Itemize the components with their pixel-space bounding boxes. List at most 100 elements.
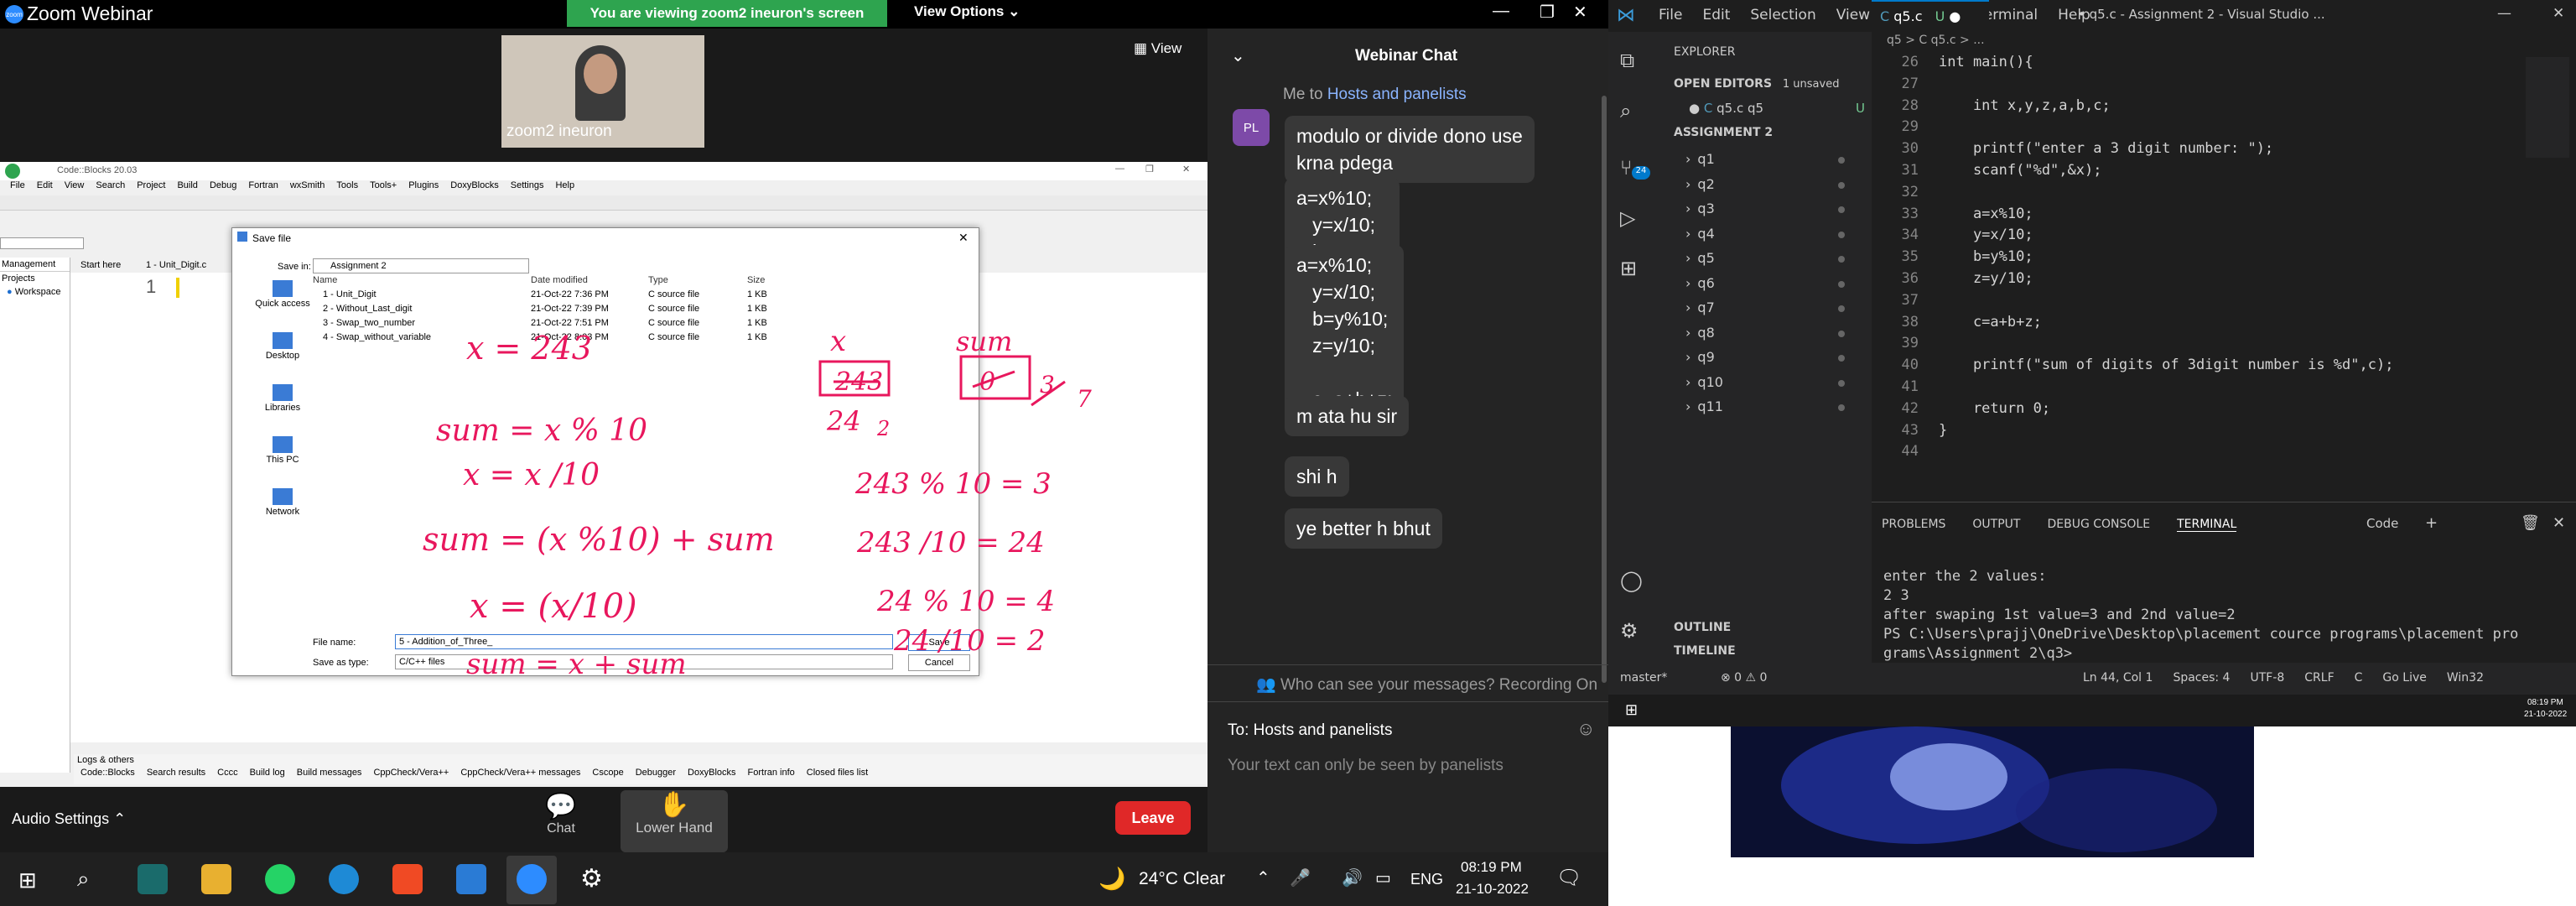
cb-menu-item[interactable]: Edit xyxy=(37,180,53,195)
start-icon[interactable]: ⊞ xyxy=(18,867,37,893)
vs-menu-item[interactable]: Edit xyxy=(1702,7,1730,23)
status-item[interactable]: UTF-8 xyxy=(2250,671,2284,685)
folder-item[interactable]: › q9 xyxy=(1685,349,1853,374)
breadcrumb[interactable]: q5 > C q5.c > ... xyxy=(1887,34,1985,47)
close-icon[interactable]: ✕ xyxy=(1573,2,1587,23)
cb-menu-item[interactable]: View xyxy=(65,180,85,195)
folder-item[interactable]: › q4 xyxy=(1685,226,1853,251)
log-tab[interactable]: Fortran info xyxy=(748,768,795,778)
panel-tab[interactable]: DEBUG CONSOLE xyxy=(2047,518,2150,532)
open-editors-header[interactable]: OPEN EDITORS 1 unsaved xyxy=(1674,77,1839,91)
vs-menu-item[interactable]: File xyxy=(1659,7,1682,23)
tab-unit-digit[interactable]: 1 - Unit_Digit.c xyxy=(146,260,206,270)
panel-tab[interactable]: OUTPUT xyxy=(1972,518,2020,532)
cb-menu-item[interactable]: Build xyxy=(177,180,197,195)
place-3[interactable]: This PC xyxy=(241,436,325,483)
cb-menu-item[interactable]: Settings xyxy=(511,180,544,195)
file-row[interactable]: 1 - Unit_Digit 21-Oct-22 7:36 PM C source … xyxy=(313,289,900,304)
log-tab[interactable]: CppCheck/Vera++ messages xyxy=(460,768,580,778)
vscode-taskbar-icon[interactable] xyxy=(456,864,486,894)
notification-icon[interactable]: 🗨 xyxy=(1556,866,1581,890)
settings-gear-icon[interactable]: ⚙ xyxy=(1620,619,1639,643)
unsaved-dot-icon[interactable]: ● xyxy=(1949,8,1961,24)
folder-item[interactable]: › q2 xyxy=(1685,176,1853,201)
folder-item[interactable]: › q3 xyxy=(1685,200,1853,226)
collapse-chevron-icon[interactable]: ⌄ xyxy=(1231,45,1245,66)
search-icon[interactable]: ⌕ xyxy=(1620,99,1631,122)
cb-menu-item[interactable]: Project xyxy=(137,180,165,195)
place-2[interactable]: Libraries xyxy=(241,384,325,431)
volume-icon[interactable]: 🔊 xyxy=(1342,867,1363,888)
vs-menu-item[interactable]: Selection xyxy=(1750,7,1815,23)
edge-icon[interactable] xyxy=(329,864,359,894)
save-button[interactable]: Save xyxy=(908,634,970,651)
dialog-close-icon[interactable]: ✕ xyxy=(958,231,969,245)
zoom-taskbar-icon[interactable] xyxy=(517,864,547,894)
file-name-input[interactable]: 5 - Addition_of_Three_ xyxy=(395,634,893,649)
clock-time[interactable]: 08:19 PM xyxy=(1461,859,1522,876)
emoji-icon[interactable]: ☺ xyxy=(1576,718,1595,740)
log-tab[interactable]: Cscope xyxy=(592,768,623,778)
panel-tab[interactable]: TERMINAL xyxy=(2177,518,2237,532)
place-1[interactable]: Desktop xyxy=(241,332,325,379)
status-item[interactable]: CRLF xyxy=(2304,671,2334,685)
leave-button[interactable]: Leave xyxy=(1115,801,1191,835)
cb-menu-item[interactable]: wxSmith xyxy=(290,180,325,195)
whatsapp-icon[interactable] xyxy=(265,864,295,894)
mic-icon[interactable]: 🎤 xyxy=(1290,867,1311,888)
trash-icon[interactable]: 🗑 xyxy=(2521,514,2540,532)
column-header[interactable]: Type xyxy=(648,275,747,289)
run-debug-icon[interactable]: ▷ xyxy=(1620,206,1635,230)
explorer-icon[interactable]: ⧉ xyxy=(1620,49,1634,72)
log-tab[interactable]: CppCheck/Vera++ xyxy=(373,768,449,778)
cb-menu-item[interactable]: DoxyBlocks xyxy=(450,180,498,195)
log-tab[interactable]: Code::Blocks xyxy=(80,768,135,778)
editor-tab[interactable]: C q5.c U ● xyxy=(1872,0,1989,32)
outline-header[interactable]: OUTLINE xyxy=(1674,621,1731,634)
log-tab[interactable]: Build messages xyxy=(297,768,362,778)
file-row[interactable]: 4 - Swap_without_variable 21-Oct-22 8:03 … xyxy=(313,332,900,346)
status-item[interactable]: Go Live xyxy=(2382,671,2426,685)
log-tab[interactable]: Closed files list xyxy=(807,768,868,778)
cb-menu-item[interactable]: Tools+ xyxy=(370,180,397,195)
save-type-select[interactable]: C/C++ files xyxy=(395,654,893,669)
app-icon-1[interactable] xyxy=(138,864,168,894)
view-button[interactable]: ▦ View xyxy=(1134,40,1182,57)
column-header[interactable]: Name xyxy=(313,275,531,289)
cb-close-icon[interactable]: ✕ xyxy=(1182,164,1190,174)
cb-restore-icon[interactable]: ❐ xyxy=(1145,164,1154,174)
terminal-output[interactable]: enter the 2 values: 2 3 after swaping 1s… xyxy=(1883,567,2518,664)
cb-menu-item[interactable]: Search xyxy=(96,180,125,195)
log-tab[interactable]: Build log xyxy=(250,768,285,778)
status-item[interactable]: Spaces: 4 xyxy=(2173,671,2230,685)
cb-menu-item[interactable]: Plugins xyxy=(408,180,439,195)
minimize-icon[interactable]: — xyxy=(1493,2,1509,21)
tab-projects[interactable]: Projects xyxy=(2,273,35,284)
file-row[interactable]: 2 - Without_Last_digit 21-Oct-22 7:39 PM C… xyxy=(313,304,900,318)
battery-icon[interactable]: ▭ xyxy=(1375,867,1391,888)
timeline-header[interactable]: TIMELINE xyxy=(1674,644,1736,658)
tab-start-here[interactable]: Start here xyxy=(80,260,121,270)
tray-chevron-icon[interactable]: ⌃ xyxy=(1256,867,1270,888)
vs-menu-item[interactable]: View xyxy=(1836,7,1870,23)
vs-close-icon[interactable]: ✕ xyxy=(2553,5,2564,22)
workspace-node[interactable]: ● Workspace xyxy=(0,285,70,299)
terminal-shell-select[interactable]: Code xyxy=(2366,516,2398,531)
restore-icon[interactable]: ❐ xyxy=(1540,2,1555,23)
cancel-button[interactable]: Cancel xyxy=(908,654,970,671)
log-tab[interactable]: DoxyBlocks xyxy=(688,768,735,778)
weather-text[interactable]: 24°C Clear xyxy=(1139,869,1225,889)
problems-count[interactable]: ⊗ 0 ⚠ 0 xyxy=(1721,671,1767,685)
status-item[interactable]: Win32 xyxy=(2447,671,2484,685)
folder-item[interactable]: › q10 xyxy=(1685,374,1853,399)
chat-input[interactable]: Your text can only be seen by panelists xyxy=(1228,757,1504,775)
file-explorer-icon[interactable] xyxy=(201,864,231,894)
folder-item[interactable]: › q6 xyxy=(1685,275,1853,300)
git-branch[interactable]: master* xyxy=(1620,671,1667,685)
view-options-button[interactable]: View Options ⌄ xyxy=(914,3,1020,20)
chat-scrollbar[interactable] xyxy=(1602,96,1607,683)
folder-item[interactable]: › q5 xyxy=(1685,250,1853,275)
to-line-target[interactable]: Hosts and panelists xyxy=(1327,86,1467,103)
new-terminal-icon[interactable]: + xyxy=(2425,514,2438,532)
source-control-icon[interactable]: ⑂ xyxy=(1620,156,1632,180)
